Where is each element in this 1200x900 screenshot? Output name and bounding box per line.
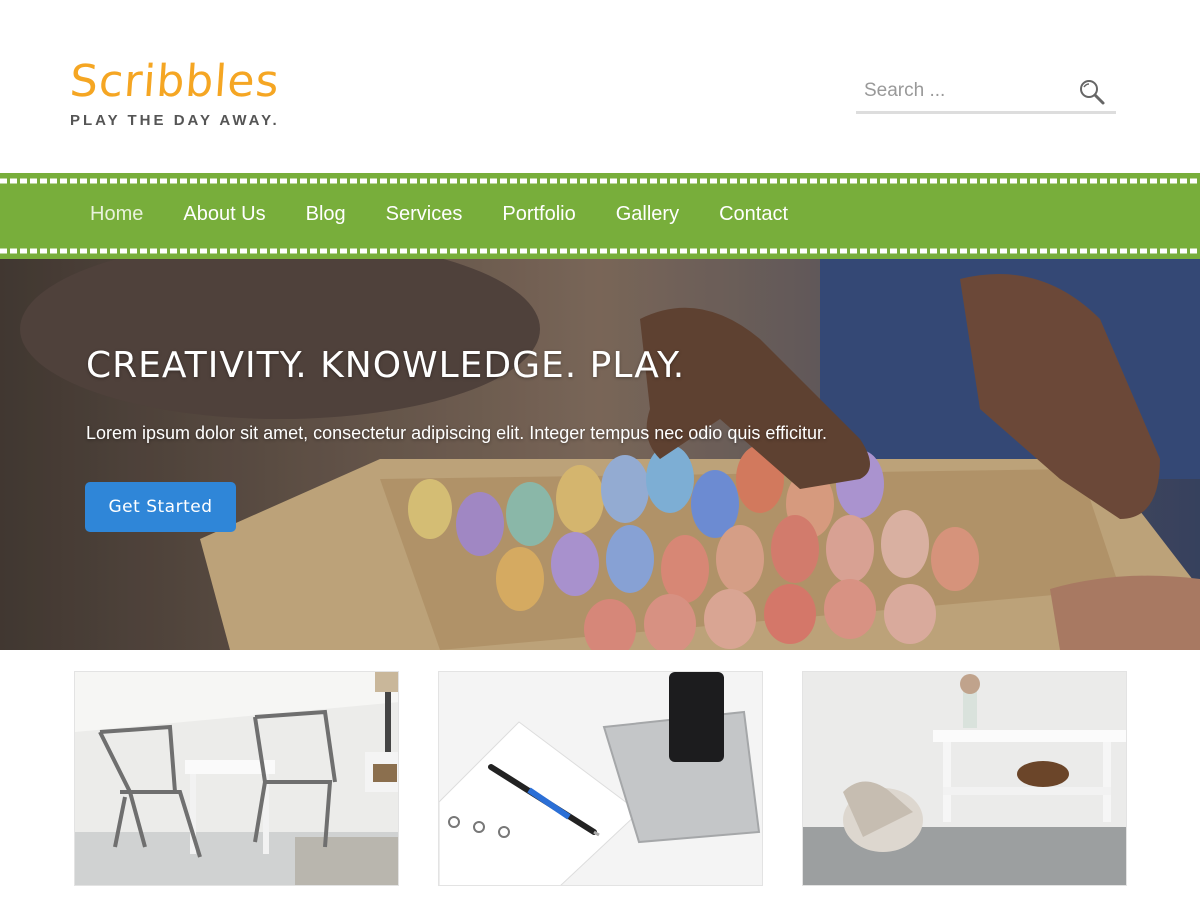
search-icon [1080,80,1105,105]
nav-top-border [0,175,1200,187]
nav-item-blog[interactable]: Blog [286,203,366,226]
hero-heading: CREATIVITY. KNOWLEDGE. PLAY. [86,345,686,386]
nav-item-portfolio[interactable]: Portfolio [482,203,595,226]
get-started-button[interactable]: Get Started [85,482,236,532]
image-chairs-table [75,672,398,885]
hero-banner: CREATIVITY. KNOWLEDGE. PLAY. Lorem ipsum… [0,259,1200,650]
nav-menu: Home About Us Blog Services Portfolio Ga… [70,203,808,226]
nav-item-about-us[interactable]: About Us [163,203,285,226]
hero-image-chalk [0,259,1200,650]
site-header: Scribbles PLAY THE DAY AWAY. [0,0,1200,173]
thumbnail-tablet[interactable] [438,671,763,886]
nav-item-services[interactable]: Services [366,203,483,226]
thumbnail-console[interactable] [802,671,1127,886]
search-button[interactable] [1078,78,1108,108]
search-form [856,72,1116,114]
hero-text: Lorem ipsum dolor sit amet, consectetur … [86,423,828,443]
nav-bottom-border [0,245,1200,257]
image-console-basket [803,672,1126,885]
thumbnail-chairs[interactable] [74,671,399,886]
search-input[interactable] [856,72,1056,110]
image-tablet-pen [439,672,762,885]
featured-images [0,650,1200,900]
nav-item-home[interactable]: Home [70,203,163,226]
site-title[interactable]: Scribbles [68,52,282,112]
main-navigation: Home About Us Blog Services Portfolio Ga… [0,173,1200,259]
nav-item-contact[interactable]: Contact [699,203,808,226]
brand: Scribbles PLAY THE DAY AWAY. [68,52,282,129]
site-tagline: PLAY THE DAY AWAY. [70,112,280,129]
nav-item-gallery[interactable]: Gallery [596,203,699,226]
